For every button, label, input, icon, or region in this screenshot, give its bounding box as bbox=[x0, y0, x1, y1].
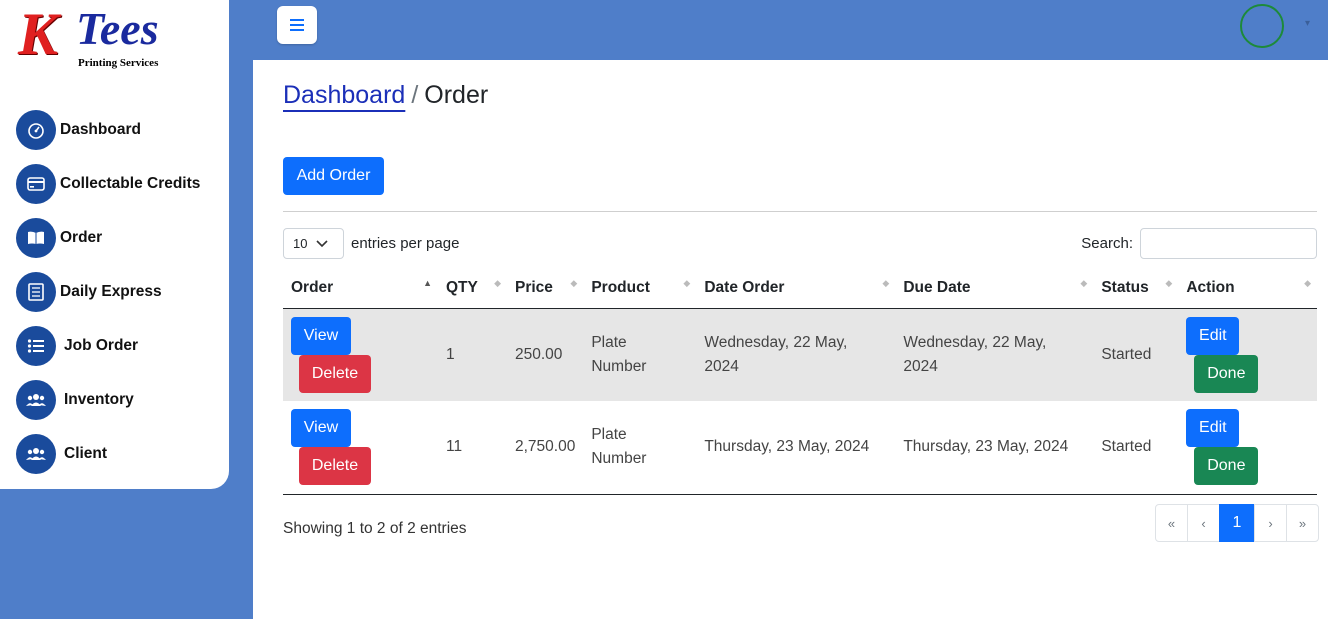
breadcrumb-current: Order bbox=[424, 81, 489, 109]
price-cell: 2,750.00 bbox=[507, 401, 584, 495]
sort-icon: ◆ bbox=[1304, 278, 1311, 288]
column-header-qty[interactable]: QTY ◆ bbox=[438, 268, 507, 309]
column-header-order[interactable]: Order ▲ bbox=[283, 268, 438, 309]
view-button[interactable]: View bbox=[291, 409, 351, 448]
credit-card-icon bbox=[16, 164, 56, 204]
edit-button[interactable]: Edit bbox=[1186, 409, 1240, 448]
receipt-icon bbox=[16, 272, 56, 312]
pagination: « ‹ 1 › » bbox=[1155, 504, 1319, 542]
column-header-status[interactable]: Status ◆ bbox=[1093, 268, 1179, 309]
table-row: View Delete 1 250.00 Plate Number Wednes… bbox=[283, 308, 1317, 401]
sidebar-toggle-button[interactable] bbox=[277, 6, 317, 44]
done-button[interactable]: Done bbox=[1194, 447, 1259, 486]
sort-icon: ◆ bbox=[494, 278, 501, 288]
pagination-prev-button[interactable]: ‹ bbox=[1187, 504, 1220, 542]
entries-value: 10 bbox=[293, 236, 308, 251]
breadcrumb-dashboard-link[interactable]: Dashboard bbox=[283, 81, 405, 109]
sort-icon: ◆ bbox=[570, 278, 578, 288]
add-order-button[interactable]: Add Order bbox=[283, 157, 384, 195]
logo-tees: Tees bbox=[76, 3, 159, 54]
done-button[interactable]: Done bbox=[1194, 354, 1259, 393]
table-row: View Delete 11 2,750.00 Plate Number Thu… bbox=[283, 401, 1317, 495]
logo-subtitle: Printing Services bbox=[78, 57, 159, 69]
order-cell: View Delete bbox=[283, 308, 438, 401]
hamburger-icon bbox=[290, 19, 304, 31]
delete-button[interactable]: Delete bbox=[299, 447, 371, 486]
search-input[interactable] bbox=[1140, 228, 1317, 259]
table-info: Showing 1 to 2 of 2 entries bbox=[283, 520, 467, 537]
sort-icon: ◆ bbox=[882, 278, 890, 288]
brand-logo[interactable]: K Tees Printing Services bbox=[18, 4, 198, 74]
sidebar-item-label: Dashboard bbox=[60, 121, 141, 138]
sidebar-item-job-order[interactable]: Job Order bbox=[16, 326, 200, 366]
column-header-due-date[interactable]: Due Date ◆ bbox=[895, 268, 1094, 309]
sidebar-item-inventory[interactable]: Inventory bbox=[16, 380, 200, 420]
pagination-page-1[interactable]: 1 bbox=[1219, 504, 1255, 542]
chevron-down-icon bbox=[316, 239, 329, 247]
user-avatar[interactable] bbox=[1240, 4, 1284, 48]
orders-table: Order ▲ QTY ◆ Price ◆ Product ◆ Date Order ◆ … bbox=[283, 268, 1317, 495]
sidebar-item-collectable-credits[interactable]: Collectable Credits bbox=[16, 164, 200, 204]
column-header-price[interactable]: Price ◆ bbox=[507, 268, 584, 309]
sort-icon: ◆ bbox=[683, 278, 691, 288]
sidebar-item-label: Job Order bbox=[64, 337, 139, 354]
table-header-row: Order ▲ QTY ◆ Price ◆ Product ◆ Date Order ◆ … bbox=[283, 268, 1317, 309]
sidebar: K Tees Printing Services Dashboard Colle… bbox=[0, 0, 229, 489]
product-cell: Plate Number bbox=[583, 308, 697, 401]
entries-select[interactable]: 10 bbox=[283, 228, 344, 259]
edit-button[interactable]: Edit bbox=[1186, 316, 1240, 355]
sort-asc-icon: ▲ bbox=[423, 278, 432, 288]
book-icon bbox=[16, 218, 56, 258]
product-cell: Plate Number bbox=[583, 401, 697, 495]
date-order-cell: Wednesday, 22 May, 2024 bbox=[696, 308, 896, 401]
breadcrumb-separator: / bbox=[411, 81, 419, 109]
price-cell: 250.00 bbox=[507, 308, 584, 401]
column-header-date-order[interactable]: Date Order ◆ bbox=[696, 268, 896, 309]
order-cell: View Delete bbox=[283, 401, 438, 495]
qty-cell: 11 bbox=[438, 401, 507, 495]
qty-cell: 1 bbox=[438, 308, 507, 401]
sidebar-item-order[interactable]: Order bbox=[16, 218, 200, 258]
status-cell: Started bbox=[1093, 308, 1179, 401]
table-search: Search: bbox=[1081, 228, 1317, 259]
sidebar-nav: Dashboard Collectable Credits Order Dail… bbox=[16, 110, 200, 488]
logo-k: K bbox=[18, 1, 58, 67]
sort-icon: ◆ bbox=[1080, 278, 1088, 288]
action-cell: Edit Done bbox=[1178, 401, 1317, 495]
people-icon bbox=[16, 434, 56, 474]
pagination-next-button[interactable]: › bbox=[1254, 504, 1287, 542]
pagination-first-button[interactable]: « bbox=[1155, 504, 1188, 542]
pagination-last-button[interactable]: » bbox=[1286, 504, 1319, 542]
chevron-down-icon[interactable]: ▾ bbox=[1305, 18, 1310, 29]
main-content: Dashboard / Order Add Order 10 entries per… bbox=[253, 60, 1328, 619]
column-header-action[interactable]: Action ◆ bbox=[1178, 268, 1317, 309]
action-cell: Edit Done bbox=[1178, 308, 1317, 401]
people-icon bbox=[16, 380, 56, 420]
sidebar-item-daily-express[interactable]: Daily Express bbox=[16, 272, 200, 312]
sidebar-item-dashboard[interactable]: Dashboard bbox=[16, 110, 200, 150]
due-date-cell: Wednesday, 22 May, 2024 bbox=[895, 308, 1094, 401]
list-icon bbox=[16, 326, 56, 366]
search-label: Search: bbox=[1081, 235, 1133, 252]
status-cell: Started bbox=[1093, 401, 1179, 495]
entries-per-page: 10 entries per page bbox=[283, 228, 459, 259]
sidebar-item-client[interactable]: Client bbox=[16, 434, 200, 474]
sidebar-item-label: Collectable Credits bbox=[60, 175, 201, 192]
date-order-cell: Thursday, 23 May, 2024 bbox=[696, 401, 896, 495]
speedometer-icon bbox=[16, 110, 56, 150]
entries-label: entries per page bbox=[351, 235, 460, 252]
delete-button[interactable]: Delete bbox=[299, 354, 371, 393]
divider bbox=[283, 211, 1317, 212]
sidebar-item-label: Order bbox=[60, 229, 103, 246]
sidebar-item-label: Daily Express bbox=[60, 283, 162, 300]
view-button[interactable]: View bbox=[291, 316, 351, 355]
sort-icon: ◆ bbox=[1165, 278, 1173, 288]
due-date-cell: Thursday, 23 May, 2024 bbox=[895, 401, 1094, 495]
sidebar-item-label: Inventory bbox=[64, 391, 134, 408]
column-header-product[interactable]: Product ◆ bbox=[583, 268, 697, 309]
breadcrumb: Dashboard / Order bbox=[283, 81, 488, 110]
sidebar-item-label: Client bbox=[64, 445, 108, 462]
